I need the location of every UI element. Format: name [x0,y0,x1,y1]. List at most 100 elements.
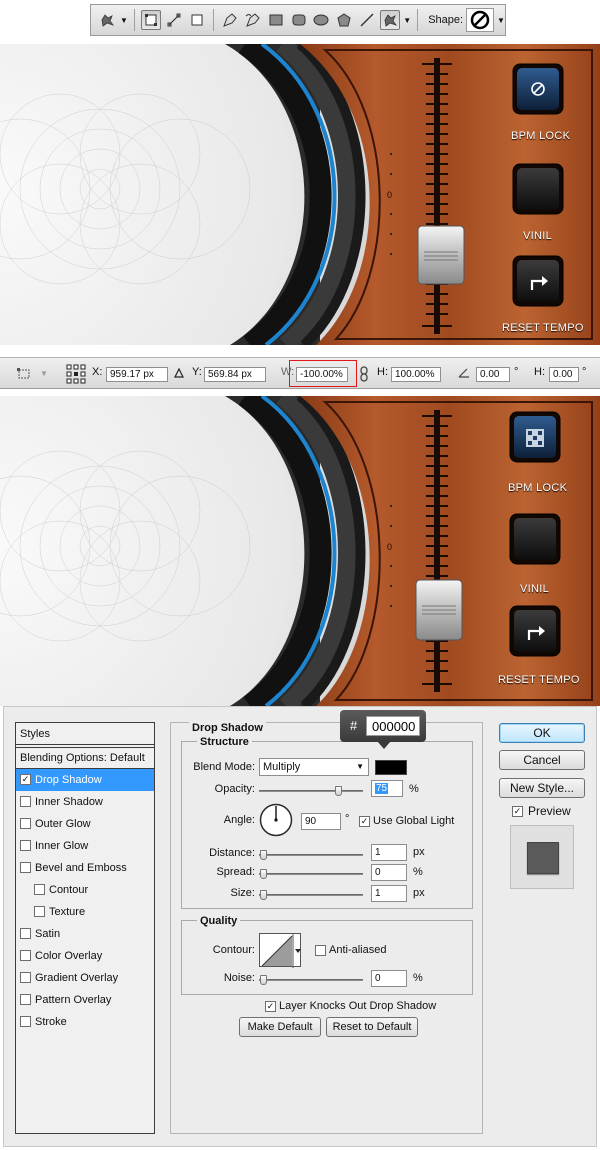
shape-picker-caret-icon[interactable]: ▼ [497,16,505,25]
style-item[interactable]: Pattern Overlay [16,989,154,1011]
style-checkbox[interactable] [20,840,31,851]
distance-slider-track[interactable] [259,854,363,856]
style-item[interactable]: Contour [16,879,154,901]
style-checkbox[interactable] [20,862,31,873]
style-checkbox[interactable] [34,884,45,895]
y-label: Y: [192,366,202,378]
reference-point-icon[interactable] [66,364,86,384]
style-checkbox[interactable] [20,818,31,829]
paths-icon[interactable] [164,10,184,30]
width-field-highlight [289,360,357,387]
custom-shape-tool-icon[interactable] [97,10,117,30]
style-checkbox[interactable] [20,950,31,961]
relative-position-icon[interactable] [174,368,184,378]
opacity-slider-thumb[interactable] [335,786,342,796]
shadow-color-swatch[interactable] [375,760,407,775]
angle-field[interactable]: 90 [301,813,341,830]
style-item-label: Pattern Overlay [35,993,112,1006]
style-item[interactable]: Texture [16,901,154,923]
rounded-rectangle-icon[interactable] [289,10,309,30]
toolbar-divider [212,9,214,31]
style-item[interactable]: Inner Glow [16,835,154,857]
anti-aliased-checkbox[interactable] [315,945,326,956]
shape-layers-icon[interactable] [140,10,161,30]
blending-options-item[interactable]: Blending Options: Default [16,747,154,769]
contour-picker[interactable] [259,933,301,968]
preview-label: Preview [528,804,571,818]
polygon-icon[interactable] [334,10,354,30]
rotation-field[interactable]: 0.00 [476,367,510,382]
distance-field[interactable]: 1 [371,844,407,861]
rotation-unit: ° [514,366,519,378]
size-field[interactable]: 1 [371,885,407,902]
line-icon[interactable] [357,10,377,30]
noise-slider-track[interactable] [259,979,363,981]
blend-mode-select[interactable]: Multiply ▼ [259,758,369,776]
style-checkbox[interactable]: ✓ [20,774,31,785]
style-item[interactable]: Inner Shadow [16,791,154,813]
styles-header[interactable]: Styles [16,723,154,745]
size-slider-thumb[interactable] [260,890,267,900]
style-item[interactable]: Color Overlay [16,945,154,967]
height-scale-field[interactable]: 100.00% [391,367,441,382]
pitch-scale-zero: 0 [387,542,392,552]
h-skew-field[interactable]: 0.00 [549,367,579,382]
style-item[interactable]: Gradient Overlay [16,967,154,989]
tool-preset-caret-icon[interactable]: ▼ [120,16,128,25]
spread-slider-thumb[interactable] [260,869,267,879]
bpm-lock-label: BPM LOCK [508,482,568,494]
style-checkbox[interactable] [20,1016,31,1027]
pen-icon[interactable] [220,10,240,30]
style-item[interactable]: Bevel and Emboss [16,857,154,879]
style-item[interactable]: Outer Glow [16,813,154,835]
new-style-button[interactable]: New Style... [499,778,585,798]
spread-slider-track[interactable] [259,873,363,875]
style-item-label: Texture [49,905,86,918]
fill-pixels-icon[interactable] [187,10,207,30]
pitch-fader-knob [417,225,465,285]
style-item[interactable]: Stroke [16,1011,154,1033]
custom-shape-icon[interactable] [380,10,401,30]
size-slider-track[interactable] [259,894,363,896]
rectangle-icon[interactable] [266,10,286,30]
reset-tempo-label: RESET TEMPO [498,674,580,686]
make-default-button[interactable]: Make Default [239,1017,321,1037]
drop-shadow-title: Drop Shadow [189,722,266,734]
transform-tool-icon[interactable] [16,367,32,381]
style-checkbox[interactable] [20,796,31,807]
ellipse-icon[interactable] [311,10,331,30]
noise-slider-thumb[interactable] [260,975,267,985]
style-item-label: Stroke [35,1015,67,1028]
use-global-light-checkbox[interactable]: ✓ [359,816,370,827]
angle-dial[interactable] [259,803,293,837]
distance-slider-thumb[interactable] [260,850,267,860]
style-checkbox[interactable] [20,972,31,983]
freeform-pen-icon[interactable] [243,10,263,30]
style-checkbox[interactable] [20,994,31,1005]
ok-button[interactable]: OK [499,723,585,743]
styles-list: Styles Blending Options: Default ✓ Drop S… [15,722,155,1134]
shape-picker[interactable] [466,8,494,32]
style-checkbox[interactable] [34,906,45,917]
style-item[interactable]: Satin [16,923,154,945]
style-item[interactable]: ✓ Drop Shadow [16,769,154,791]
knocks-out-checkbox[interactable]: ✓ [265,1001,276,1012]
reset-to-default-button[interactable]: Reset to Default [326,1017,418,1037]
style-checkbox[interactable] [20,928,31,939]
hex-color-field[interactable]: 000000 [366,716,420,736]
y-position-field[interactable]: 569.84 px [204,367,266,382]
opacity-field[interactable]: 75 [371,780,403,797]
link-icon[interactable] [359,366,369,382]
style-item-label: Satin [35,927,61,940]
opacity-slider-track[interactable] [259,790,363,792]
tool-preset-caret-icon[interactable]: ▼ [40,369,48,378]
style-item-label: Outer Glow [35,817,91,830]
style-item-label: Gradient Overlay [35,971,119,984]
preview-checkbox[interactable]: ✓ [512,806,523,817]
x-position-field[interactable]: 959.17 px [106,367,168,382]
cancel-button[interactable]: Cancel [499,750,585,770]
spread-field[interactable]: 0 [371,864,407,881]
x-label: X: [92,366,103,378]
shape-type-caret-icon[interactable]: ▼ [403,16,411,25]
noise-field[interactable]: 0 [371,970,407,987]
